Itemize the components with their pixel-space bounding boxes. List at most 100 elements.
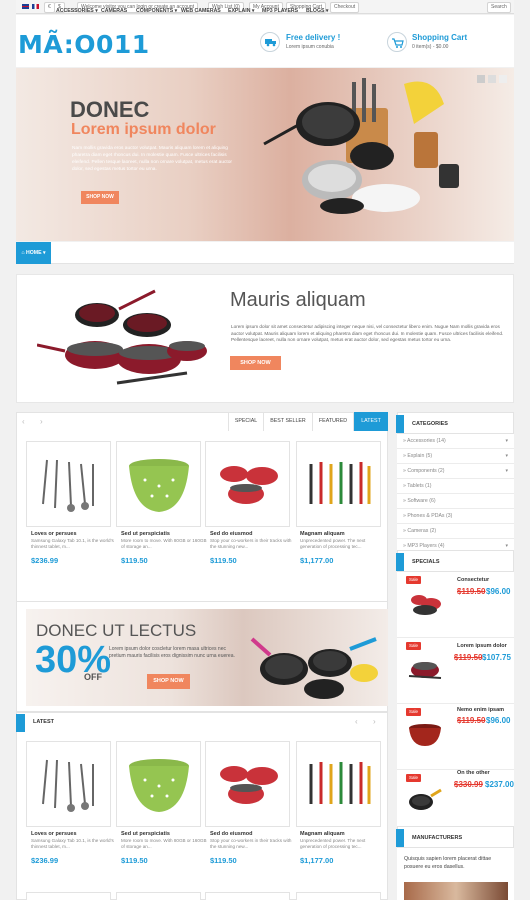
prev-arrow-icon[interactable]: ‹ bbox=[22, 417, 25, 426]
categories-header: CATEGORIES bbox=[396, 412, 514, 434]
product-image-pots[interactable] bbox=[205, 441, 290, 527]
menu-mp3-players[interactable]: MP3 PLAYERS bbox=[262, 0, 298, 22]
product-name[interactable]: Sed ut perspiciatis bbox=[121, 831, 170, 837]
truck-icon bbox=[260, 32, 280, 52]
next-row-card[interactable] bbox=[205, 892, 290, 900]
banner-shop-now-button[interactable]: SHOP NOW bbox=[147, 674, 190, 689]
tab-special[interactable]: SPECIAL bbox=[228, 412, 263, 431]
latest-ribbon bbox=[16, 714, 25, 732]
product-image-tongs[interactable] bbox=[26, 741, 111, 827]
product-image-pots[interactable] bbox=[205, 741, 290, 827]
slider-dot[interactable] bbox=[488, 75, 496, 83]
menu-accessories[interactable]: ACCESSORIES ▾ bbox=[56, 0, 98, 22]
category-item[interactable]: » Cameras (2) bbox=[397, 524, 514, 539]
product-desc: More room to move. With 80GB or 160GB of… bbox=[121, 838, 207, 849]
product-image-tongs[interactable] bbox=[26, 441, 111, 527]
product-desc: Samsung Galaxy Tab 10.1, is the world's … bbox=[31, 838, 114, 849]
product-name[interactable]: Sed do eiusmod bbox=[210, 831, 252, 837]
category-item[interactable]: » Phones & PDAs (3) bbox=[397, 509, 514, 524]
category-item[interactable]: » Software (6) bbox=[397, 494, 514, 509]
menu-cameras[interactable]: CAMERAS bbox=[101, 0, 127, 22]
logo[interactable]: MÃ:O011 bbox=[18, 30, 150, 59]
cart-summary[interactable]: 0 item(s) - $0.00 bbox=[412, 44, 448, 50]
special-item[interactable]: Sale Lorem ipsum dolor $119.50 $107.75 bbox=[397, 638, 514, 704]
caret-down-icon[interactable]: ▾ bbox=[505, 434, 508, 449]
special-name[interactable]: On the other bbox=[457, 770, 490, 776]
special-old-price: $119.50 bbox=[457, 587, 486, 596]
fr-flag-icon[interactable] bbox=[32, 4, 39, 9]
promo-shop-now-button[interactable]: SHOP NOW bbox=[230, 356, 281, 370]
product-image-bowl[interactable] bbox=[116, 441, 201, 527]
category-item[interactable]: » Tablets (1) bbox=[397, 479, 514, 494]
manufacturer-image[interactable] bbox=[404, 882, 508, 900]
product-image-utensils[interactable] bbox=[296, 741, 381, 827]
cart-title[interactable]: Shopping Cart bbox=[412, 33, 467, 42]
menu-label: COMPONENTS bbox=[136, 8, 174, 14]
product-image-utensils[interactable] bbox=[296, 441, 381, 527]
menu-label: CAMERAS bbox=[101, 8, 128, 14]
slider-dot[interactable] bbox=[499, 75, 507, 83]
caret-down-icon[interactable]: ▾ bbox=[505, 464, 508, 479]
menu-label: MP3 PLAYERS bbox=[262, 8, 299, 14]
category-label: Software (6) bbox=[407, 498, 436, 504]
cart-icon[interactable] bbox=[387, 32, 407, 52]
menu-home[interactable]: ⌂ HOME ▾ bbox=[16, 242, 51, 264]
caret-down-icon[interactable]: ▾ bbox=[505, 449, 508, 464]
main-menu bbox=[16, 242, 514, 264]
category-label: Phones & PDAs (3) bbox=[407, 513, 453, 519]
category-item[interactable]: » Components (2) ▾ bbox=[397, 464, 514, 479]
product-price: $236.99 bbox=[31, 856, 59, 865]
search-button[interactable]: Search bbox=[487, 2, 511, 13]
next-arrow-icon[interactable]: › bbox=[40, 417, 43, 426]
latest-prev-arrow-icon[interactable]: ‹ bbox=[355, 717, 358, 726]
product-image-bowl[interactable] bbox=[116, 741, 201, 827]
product-name[interactable]: Sed do eiusmod bbox=[210, 531, 252, 537]
product-name[interactable]: Loves or persues bbox=[31, 531, 77, 537]
next-row-card[interactable] bbox=[116, 892, 201, 900]
tab-featured[interactable]: FEATURED bbox=[312, 412, 353, 431]
menu-label: ACCESSORIES bbox=[56, 8, 94, 14]
checkout-link[interactable]: Checkout bbox=[330, 2, 360, 13]
categories-ribbon bbox=[396, 415, 404, 433]
special-old-price: $119.50 bbox=[457, 716, 486, 725]
product-desc: More room to move. With 80GB or 160GB of… bbox=[121, 538, 207, 549]
menu-web-cameras[interactable]: WEB CAMERAS bbox=[181, 0, 221, 22]
menu-label: EXPLAIN bbox=[228, 8, 251, 14]
hero-slider[interactable]: DONEC Lorem ipsum dolor Nam mollis gravi… bbox=[16, 68, 514, 241]
special-image-pan bbox=[409, 788, 442, 810]
special-image-bowl bbox=[409, 724, 441, 746]
latest-title: LATEST bbox=[33, 719, 54, 725]
tab-latest[interactable]: LATEST bbox=[353, 412, 388, 431]
product-name[interactable]: Sed ut perspiciatis bbox=[121, 531, 170, 537]
product-name[interactable]: Magnam aliquam bbox=[300, 531, 345, 537]
special-item[interactable]: Sale Consectetur $119.50 $96.00 bbox=[397, 572, 514, 638]
product-price: $1,177.00 bbox=[300, 556, 334, 565]
menu-blogs[interactable]: BLOGS ▾ bbox=[306, 0, 329, 22]
category-label: Explain (5) bbox=[407, 453, 433, 459]
category-item[interactable]: » Explain (5) ▾ bbox=[397, 449, 514, 464]
menu-components[interactable]: COMPONENTS ▾ bbox=[136, 0, 177, 22]
special-name[interactable]: Nemo enim ipsam bbox=[457, 707, 504, 713]
promo-title: Mauris aliquam bbox=[230, 289, 366, 311]
special-item[interactable]: Sale Nemo enim ipsam $119.50 $96.00 bbox=[397, 704, 514, 770]
special-name[interactable]: Lorem ipsum dolor bbox=[457, 643, 507, 649]
product-name[interactable]: Magnam aliquam bbox=[300, 831, 345, 837]
sale-badge: Sale bbox=[406, 576, 421, 584]
tab-best-seller[interactable]: BEST SELLER bbox=[263, 412, 312, 431]
category-item[interactable]: » Accessories (14) ▾ bbox=[397, 434, 514, 449]
delivery-title: Free delivery ! bbox=[286, 33, 341, 42]
menu-explain[interactable]: EXPLAIN ▾ bbox=[228, 0, 255, 22]
latest-next-arrow-icon[interactable]: › bbox=[373, 717, 376, 726]
pans-image bbox=[250, 637, 378, 699]
special-name[interactable]: Consectetur bbox=[457, 577, 489, 583]
discount-banner[interactable]: DONEC UT LECTUS 30% OFF Lorem ipsum dolo… bbox=[26, 609, 388, 706]
next-row-card[interactable] bbox=[26, 892, 111, 900]
slider-shop-now-button[interactable]: SHOP NOW bbox=[81, 191, 119, 204]
manufacturers-header: MANUFACTURERS bbox=[396, 826, 514, 848]
specials-header: SPECIALS bbox=[396, 550, 514, 572]
next-row-card[interactable] bbox=[296, 892, 381, 900]
product-name[interactable]: Loves or persues bbox=[31, 831, 77, 837]
promo-body: Lorem ipsum dolor sit amet consectetur a… bbox=[231, 324, 504, 342]
cookware-image bbox=[263, 78, 459, 214]
uk-flag-icon[interactable] bbox=[22, 4, 29, 9]
